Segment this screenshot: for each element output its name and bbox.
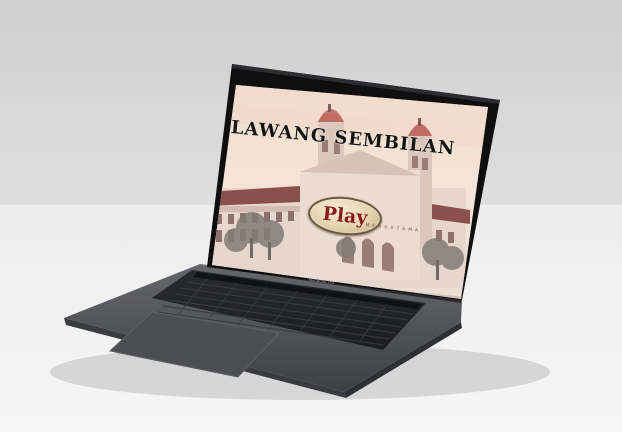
play-button-label: Play	[321, 202, 369, 229]
